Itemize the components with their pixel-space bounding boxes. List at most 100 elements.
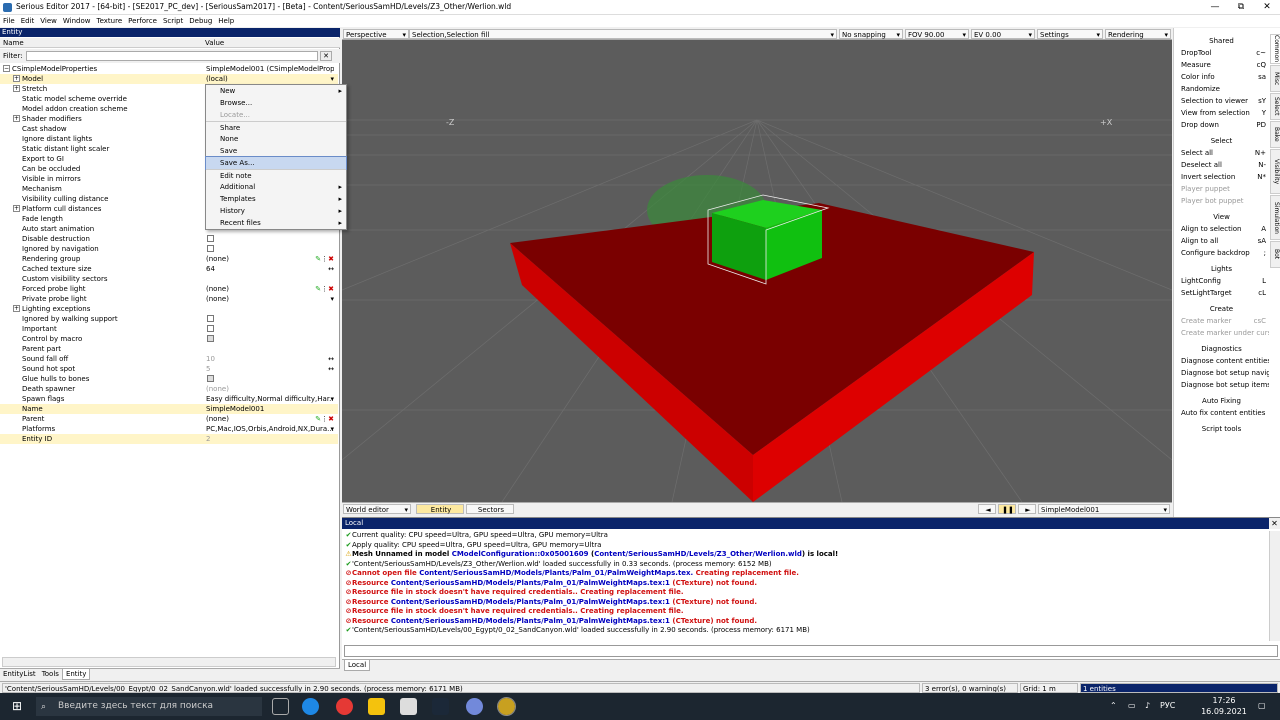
expand-icon[interactable]: + [13,115,20,122]
property-row[interactable]: Name SimpleModel001 [0,404,338,414]
property-value[interactable]: (none) [206,384,334,394]
property-value[interactable]: (local) [206,74,334,84]
menu-item-templates[interactable]: Templates ▸ [206,193,346,205]
editor-mode-dropdown[interactable]: World editor ▾ [343,504,411,514]
tab-local[interactable]: Local [344,660,371,671]
tab-common[interactable]: Common [1270,34,1280,64]
menu-file[interactable]: File [0,15,18,27]
property-row[interactable]: Glue hulls to bones [0,374,338,384]
spin-arrows-icon[interactable]: ↔ [328,354,334,364]
tool-player-bot-puppet[interactable]: Player bot puppet [1181,197,1269,205]
tool-player-puppet[interactable]: Player puppet [1181,185,1269,193]
pause-button[interactable]: ❚❚ [998,504,1016,514]
tab-entity[interactable]: Entity [416,504,464,514]
tray-chevron-icon[interactable]: ⌃ [1110,701,1117,710]
snapping-dropdown[interactable]: No snapping ▾ [839,29,903,39]
tool-setlighttarget[interactable]: SetLightTarget cL [1181,289,1269,297]
property-value[interactable]: PC,Mac,IOS,Orbis,Android,NX,Dura... [206,424,334,434]
next-button[interactable]: ► [1018,504,1036,514]
tool-auto-fix-content-entities[interactable]: Auto fix content entities [1181,409,1269,417]
property-row[interactable]: Death spawner (none) [0,384,338,394]
notifications-icon[interactable]: ▢ [1258,701,1266,710]
close-button[interactable]: ✕ [1254,0,1280,14]
tab-simulation[interactable]: Simulation [1270,195,1280,240]
scene-render[interactable]: -Z +X [342,40,1172,502]
property-row[interactable]: Spawn flags Easy difficulty,Normal diffic… [0,394,338,404]
property-value[interactable]: 5 [206,364,334,374]
store-icon[interactable] [400,698,417,715]
expand-icon[interactable]: + [13,205,20,212]
col-value-header[interactable]: Value [205,39,224,47]
selected-entity-dropdown[interactable]: SimpleModel001 ▾ [1038,504,1170,514]
taskbar-search-input[interactable]: Введите здесь текст для поиска [36,697,262,716]
property-value[interactable]: 2 [206,434,334,444]
chrome-browser-icon[interactable] [336,698,353,715]
network-icon[interactable]: ▭ [1128,701,1136,710]
minimize-button[interactable]: — [1202,0,1228,14]
expand-icon[interactable]: + [13,75,20,82]
tool-align-to-selection[interactable]: Align to selection A [1181,225,1269,233]
property-row[interactable]: Rendering group (none) ✎⋮✖ [0,254,338,264]
chevron-down-icon[interactable]: ▾ [330,394,334,404]
property-row[interactable]: Parent part [0,344,338,354]
chevron-down-icon[interactable]: ▾ [330,424,334,434]
menu-item-save-as[interactable]: Save As... [205,156,347,170]
tool-diagnose-content-entities[interactable]: Diagnose content entities [1181,357,1269,365]
tool-view-from-selection[interactable]: View from selection Y [1181,109,1269,117]
error-count[interactable]: 3 error(s), 0 warning(s) [922,683,1018,693]
edge-browser-icon[interactable] [302,698,319,715]
menu-item-none[interactable]: None [206,133,346,145]
log-scrollbar[interactable] [1269,531,1280,641]
menu-item-browse[interactable]: Browse... [206,97,346,109]
property-row[interactable]: + Model (local) ▾ [0,74,338,84]
spin-arrows-icon[interactable]: ↔ [328,264,334,274]
property-row[interactable]: Private probe light (none) ▾ [0,294,338,304]
tool-measure[interactable]: Measure cQ [1181,61,1269,69]
property-row[interactable]: Sound fall off 10 ↔ [0,354,338,364]
horizontal-scrollbar[interactable] [2,657,336,667]
property-value[interactable]: 64 [206,264,334,274]
task-view-icon[interactable] [272,698,289,715]
menu-window[interactable]: Window [60,15,94,27]
windows-start-icon[interactable]: ⊞ [12,700,25,713]
volume-icon[interactable]: ♪ [1145,701,1150,710]
menu-perforce[interactable]: Perforce [125,15,160,27]
property-row[interactable]: + Lighting exceptions [0,304,338,314]
tab-sectors[interactable]: Sectors [466,504,514,514]
property-row[interactable]: Parent (none) ✎⋮✖ [0,414,338,424]
property-row[interactable]: Disable destruction [0,234,338,244]
tab-bake[interactable]: Bake [1270,121,1280,148]
tab-tools[interactable]: Tools [39,669,62,679]
console-input[interactable] [344,645,1278,657]
maximize-button[interactable]: ⧉ [1228,0,1254,14]
menu-item-additional[interactable]: Additional ▸ [206,181,346,193]
filter-input[interactable] [26,51,318,61]
chevron-down-icon[interactable]: ▾ [330,294,334,304]
tab-misc[interactable]: Misc [1270,65,1280,92]
property-row[interactable]: Important [0,324,338,334]
property-row[interactable]: Custom visibility sectors [0,274,338,284]
settings-dropdown[interactable]: Settings ▾ [1037,29,1103,39]
file-explorer-icon[interactable] [368,698,385,715]
tool-deselect-all[interactable]: Deselect all N- [1181,161,1269,169]
clock-time[interactable]: 17:26 [1205,696,1243,705]
fov-dropdown[interactable]: FOV 90.00 ▾ [905,29,969,39]
serious-editor-icon[interactable] [497,697,516,716]
menu-item-locate[interactable]: Locate... [206,109,346,121]
property-checkbox[interactable] [207,325,214,332]
menu-item-save[interactable]: Save [206,145,346,157]
menu-texture[interactable]: Texture [94,15,126,27]
tab-entitylist[interactable]: EntityList [0,669,39,679]
tool-lightconfig[interactable]: LightConfig L [1181,277,1269,285]
property-checkbox[interactable] [207,375,214,382]
menu-item-new[interactable]: New ▸ [206,85,346,97]
property-row[interactable]: Sound hot spot 5 ↔ [0,364,338,374]
property-value[interactable]: SimpleModel001 [206,404,334,414]
tool-drop-down[interactable]: Drop down PD [1181,121,1269,129]
menu-edit[interactable]: Edit [18,15,38,27]
property-checkbox[interactable] [207,315,214,322]
clear-icon[interactable]: ✖ [328,285,334,293]
tab-bot[interactable]: Bot [1270,241,1280,268]
menu-script[interactable]: Script [160,15,186,27]
menu-debug[interactable]: Debug [186,15,215,27]
